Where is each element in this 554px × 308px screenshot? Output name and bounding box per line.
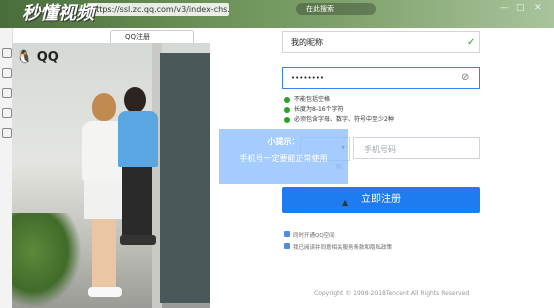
mouse-cursor-icon: ▲ bbox=[342, 198, 349, 207]
copyright-footer: Copyright © 1998-2018Tencent All Rights … bbox=[314, 290, 470, 297]
qq-logo-text: QQ bbox=[36, 50, 59, 65]
boy-shirt bbox=[118, 111, 158, 167]
nickname-value: 我的昵称 bbox=[291, 38, 323, 47]
boy-pants bbox=[122, 167, 152, 239]
qzone-checkbox[interactable] bbox=[284, 231, 290, 237]
password-rule: 长度为8-16个字符 bbox=[284, 104, 344, 113]
note-icon[interactable] bbox=[2, 108, 12, 118]
maximize-icon[interactable]: □ bbox=[516, 3, 525, 13]
boy-head bbox=[124, 87, 146, 113]
tab-qq-register[interactable]: QQ注册 bbox=[110, 30, 194, 43]
qq-logo: 🐧 QQ bbox=[16, 50, 59, 65]
minimize-icon[interactable]: — bbox=[500, 3, 509, 13]
phone-placeholder: 手机号码 bbox=[364, 145, 396, 154]
door bbox=[160, 53, 210, 303]
star-icon[interactable] bbox=[2, 48, 12, 58]
girl-legs bbox=[92, 219, 116, 289]
video-watermark: 秒懂视频 bbox=[22, 3, 94, 24]
address-bar[interactable]: https://ssl.zc.qq.com/v3/index-chs.html bbox=[87, 3, 229, 16]
boy-shoes bbox=[120, 235, 156, 245]
register-button[interactable]: 立即注册 bbox=[282, 187, 480, 213]
penguin-icon: 🐧 bbox=[16, 50, 33, 65]
girl-head bbox=[92, 93, 116, 121]
password-rule: 必须包含字母、数字、符号中至少2种 bbox=[284, 114, 394, 123]
password-rule: 不能包括空格 bbox=[284, 94, 330, 103]
tip-overlay: 小提示： 手机号一定要能正常使用 bbox=[219, 129, 348, 184]
qzone-checkbox-label: 同时开通QQ空间 bbox=[293, 233, 335, 239]
app-icon[interactable] bbox=[2, 128, 12, 138]
girl-skirt bbox=[84, 181, 124, 219]
password-value: •••••••• bbox=[291, 74, 325, 82]
check-icon bbox=[284, 116, 290, 123]
phone-input[interactable]: 手机号码 bbox=[353, 137, 480, 159]
check-icon: ✓ bbox=[467, 37, 476, 48]
tip-body: 手机号一定要能正常使用 bbox=[239, 154, 328, 163]
plant bbox=[12, 213, 82, 308]
check-icon bbox=[284, 96, 290, 103]
tip-title: 小提示： bbox=[267, 137, 300, 146]
hide-password-icon[interactable]: ⊘ bbox=[461, 72, 469, 83]
check-icon bbox=[284, 106, 290, 113]
close-icon[interactable]: ✕ bbox=[534, 3, 542, 13]
girl-shoes bbox=[88, 287, 122, 297]
agreement-checkbox-label[interactable]: 我已阅读并同意相关服务条款和隐私政策 bbox=[293, 243, 392, 251]
password-field[interactable]: •••••••• ⊘ bbox=[282, 67, 480, 89]
history-icon[interactable] bbox=[2, 68, 12, 78]
agreement-checkbox[interactable] bbox=[284, 243, 290, 249]
download-icon[interactable] bbox=[2, 88, 12, 98]
nickname-field[interactable]: 我的昵称 ✓ bbox=[282, 31, 480, 53]
hero-photo bbox=[12, 43, 210, 308]
browser-search-input[interactable]: 在此搜索 bbox=[296, 3, 376, 15]
